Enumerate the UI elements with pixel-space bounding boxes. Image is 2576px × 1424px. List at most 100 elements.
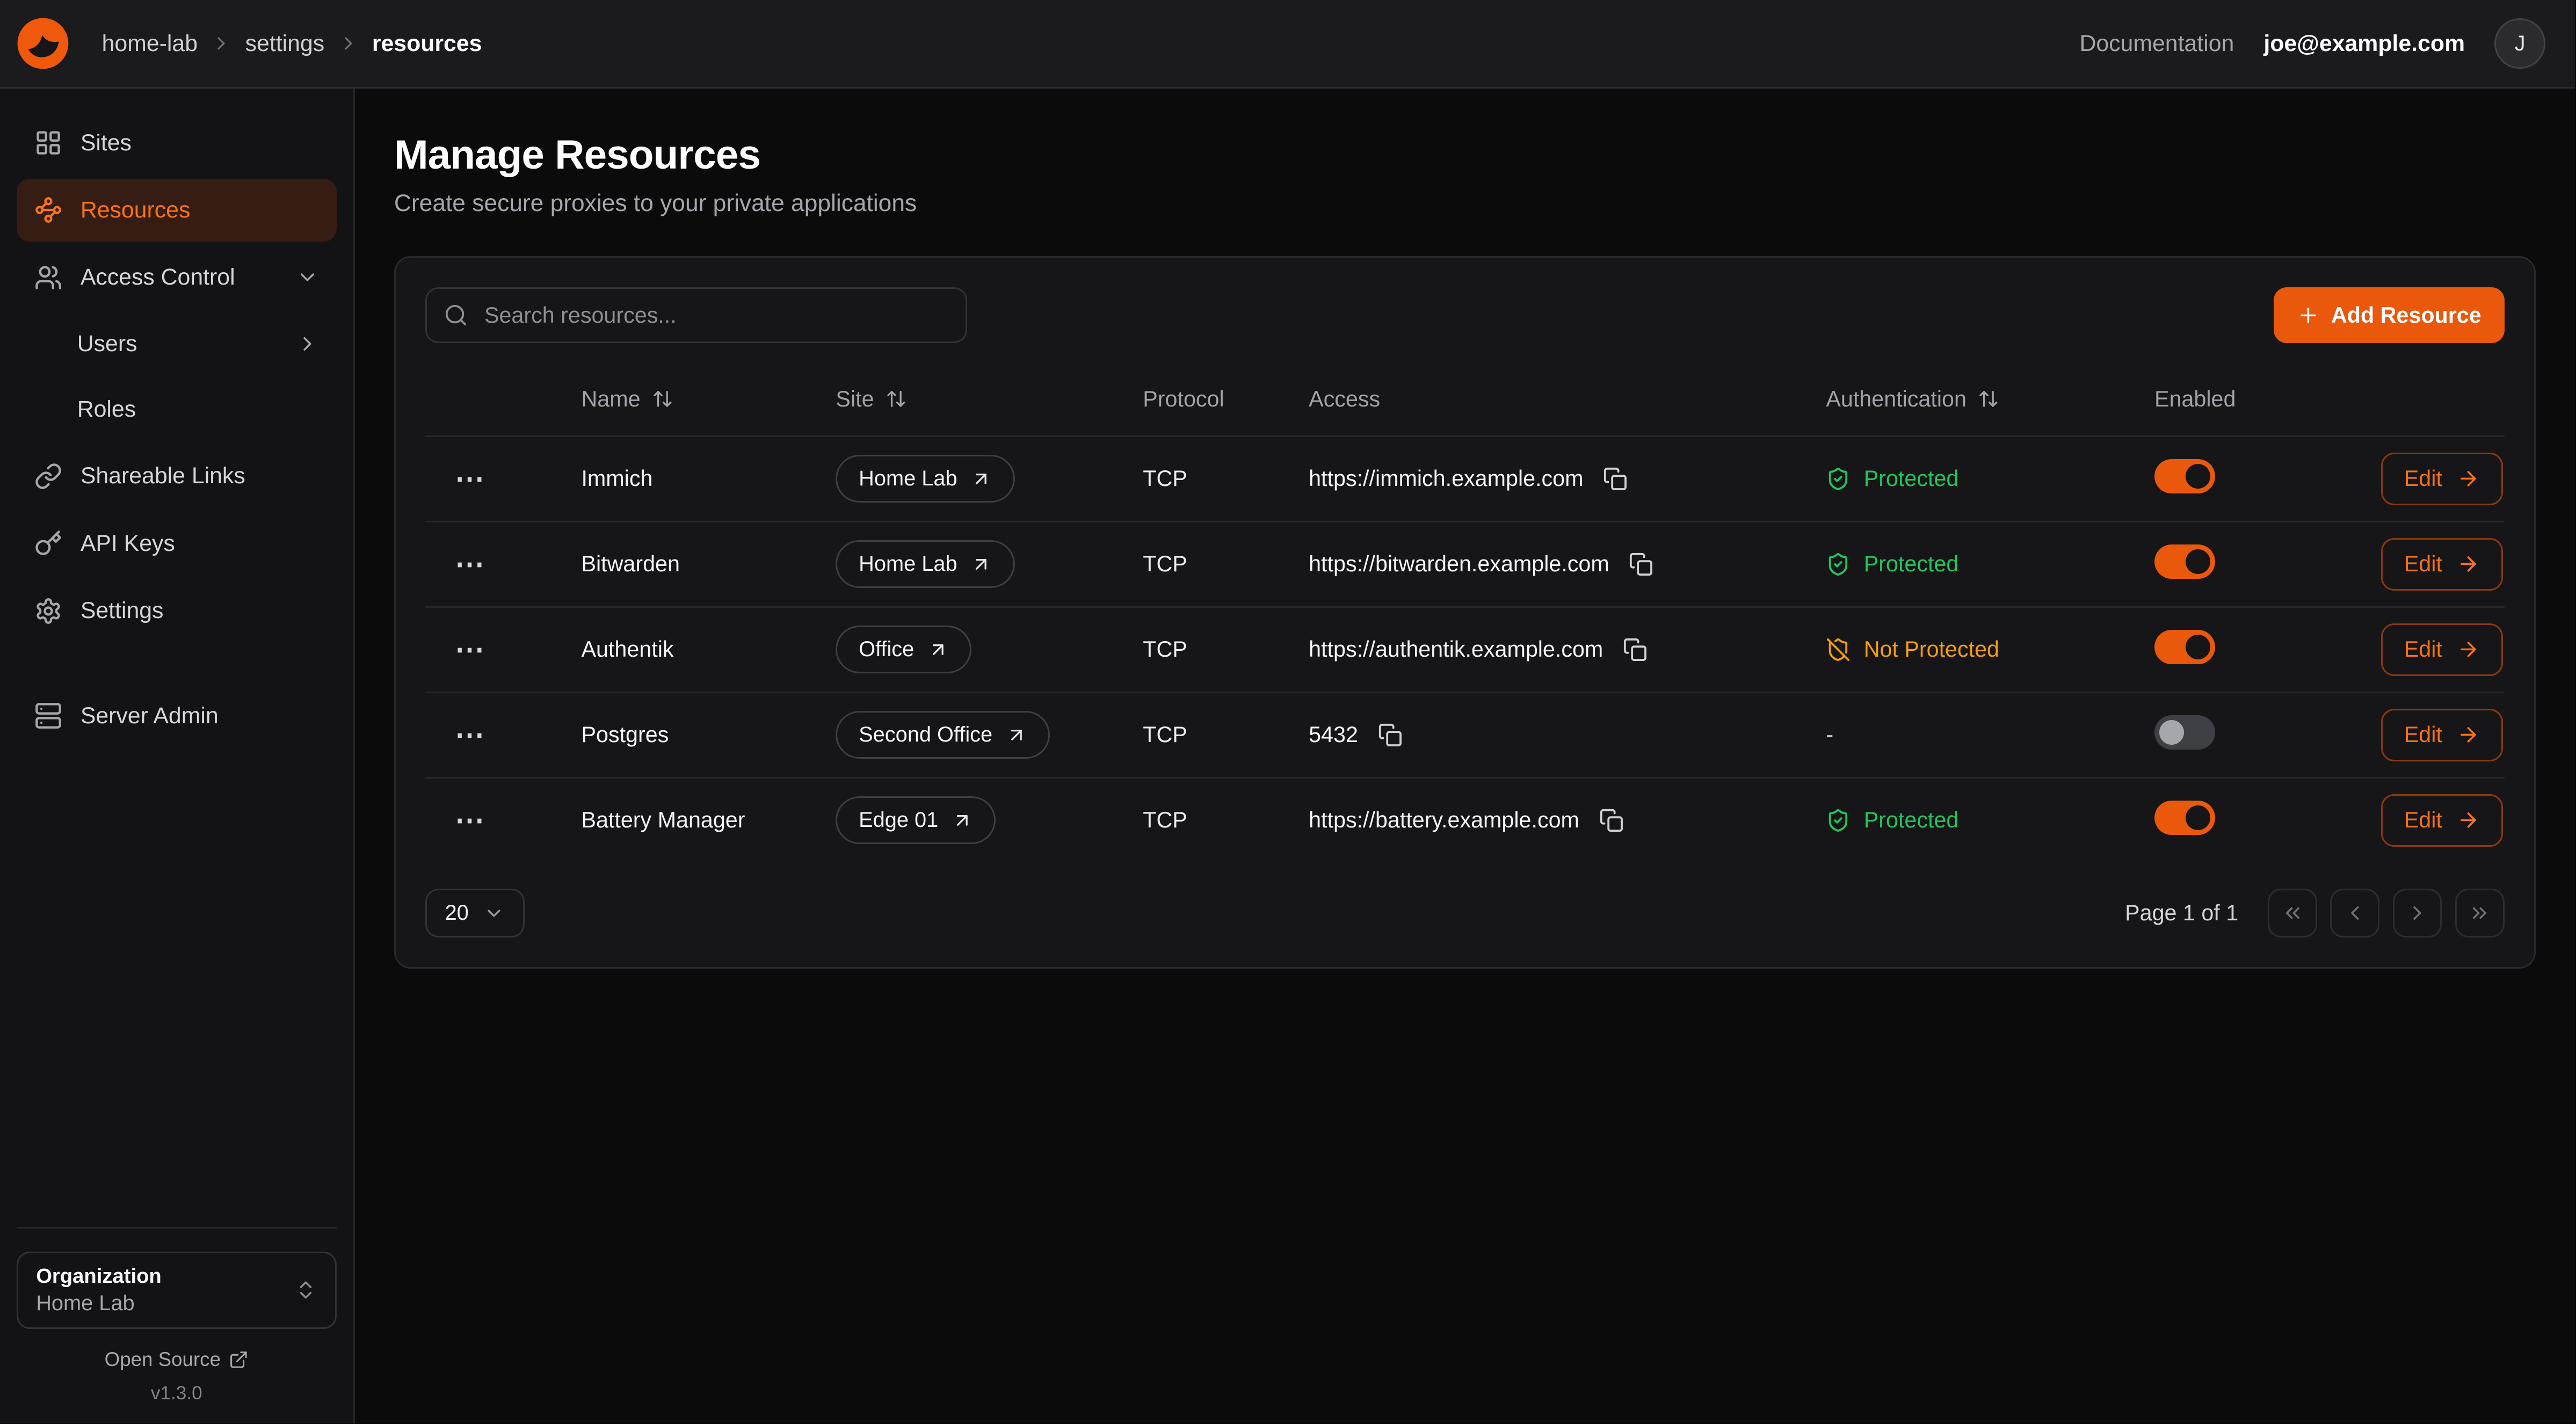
protocol-value: TCP [1143,722,1309,747]
edit-button[interactable]: Edit [2381,709,2503,761]
edit-button[interactable]: Edit [2381,538,2503,591]
open-source-link[interactable]: Open Source [105,1348,249,1371]
site-link-button[interactable]: Home Lab [836,455,1014,503]
table-row: ⋯ Postgres Second Office TCP 5432 - Edit [425,692,2505,777]
site-link-button[interactable]: Second Office [836,711,1050,759]
sidebar-item-access-control[interactable]: Access Control [17,246,337,309]
enabled-toggle[interactable] [2154,459,2215,493]
edit-button[interactable]: Edit [2381,794,2503,847]
chevrons-up-down-icon [294,1278,317,1302]
sidebar-footer: Organization Home Lab Open Source v1.3.0 [17,1227,337,1404]
chevron-right-icon [2406,902,2429,925]
access-value: https://immich.example.com [1309,466,1583,491]
auth-status: Protected [1826,551,2154,577]
sidebar-item-server-admin[interactable]: Server Admin [17,685,337,747]
sidebar-item-roles[interactable]: Roles [17,379,337,440]
site-link-button[interactable]: Home Lab [836,540,1014,588]
copy-button[interactable] [1620,634,1651,665]
sidebar-item-shareable-links[interactable]: Shareable Links [17,445,337,507]
sidebar-item-api-keys[interactable]: API Keys [17,512,337,575]
auth-label: Protected [1864,551,1959,577]
chevron-right-icon [338,33,359,54]
row-menu-button[interactable]: ⋯ [445,543,495,586]
enabled-toggle[interactable] [2154,715,2215,750]
sidebar-item-label: API Keys [81,531,175,557]
column-header-authentication[interactable]: Authentication [1826,387,2154,412]
resource-name: Bitwarden [581,551,836,577]
shield-off-icon [1826,637,1851,662]
link-icon [34,462,62,490]
chevron-left-icon [2343,902,2367,925]
edit-button[interactable]: Edit [2381,623,2503,676]
column-header-access: Access [1309,387,1826,412]
site-name: Home Lab [859,468,957,490]
logo[interactable] [17,17,69,70]
breadcrumb-settings[interactable]: settings [245,31,325,57]
toggle-knob [2186,635,2210,659]
gear-icon [34,597,62,625]
pagination-prev-button[interactable] [2330,889,2379,938]
documentation-link[interactable]: Documentation [2079,31,2234,57]
sidebar-item-resources[interactable]: Resources [17,179,337,241]
page-indicator: Page 1 of 1 [2125,900,2238,926]
pagination-last-button[interactable] [2455,889,2505,938]
edit-button[interactable]: Edit [2381,453,2503,505]
row-menu-button[interactable]: ⋯ [445,457,495,500]
copy-icon [1599,808,1624,833]
protocol-value: TCP [1143,637,1309,662]
breadcrumb-org[interactable]: home-lab [102,31,198,57]
row-menu-button[interactable]: ⋯ [445,799,495,842]
pagination: 20 Page 1 of 1 [425,889,2505,938]
shield-check-icon [1826,808,1851,833]
chevrons-left-icon [2281,902,2304,925]
enabled-toggle[interactable] [2154,630,2215,664]
organization-selector[interactable]: Organization Home Lab [17,1252,337,1329]
search-icon [444,303,468,328]
chevron-down-icon [483,903,505,924]
site-link-button[interactable]: Edge 01 [836,796,996,844]
sort-icon [652,388,673,410]
search-input[interactable] [481,301,949,330]
pagination-next-button[interactable] [2393,889,2442,938]
page-title: Manage Resources [394,132,2536,179]
row-menu-button[interactable]: ⋯ [445,628,495,671]
arrow-right-icon [2457,553,2480,576]
avatar[interactable]: J [2494,18,2545,69]
copy-icon [1623,637,1648,662]
table-row: ⋯ Battery Manager Edge 01 TCP https://ba… [425,777,2505,862]
page-subtitle: Create secure proxies to your private ap… [394,190,2536,217]
site-link-button[interactable]: Office [836,626,971,673]
column-header-name[interactable]: Name [581,387,836,412]
ellipsis-icon: ⋯ [455,464,486,493]
copy-button[interactable] [1375,720,1406,751]
add-resource-button[interactable]: Add Resource [2274,287,2505,343]
arrow-right-icon [2457,638,2480,661]
copy-button[interactable] [1596,805,1627,836]
edit-label: Edit [2404,808,2442,833]
enabled-toggle[interactable] [2154,801,2215,835]
resource-name: Battery Manager [581,808,836,833]
arrow-up-right-icon [970,468,992,490]
waypoints-icon [34,196,62,224]
top-bar: home-lab settings resources Documentatio… [0,0,2575,89]
site-name: Edge 01 [859,810,938,831]
enabled-toggle[interactable] [2154,544,2215,579]
ellipsis-icon: ⋯ [455,805,486,835]
copy-button[interactable] [1600,463,1631,495]
auth-label: Protected [1864,808,1959,833]
copy-button[interactable] [1626,549,1657,580]
protocol-value: TCP [1143,808,1309,833]
sidebar-item-users[interactable]: Users [17,314,337,374]
column-header-site[interactable]: Site [836,387,1143,412]
page-size-select[interactable]: 20 [425,889,525,938]
sidebar-item-sites[interactable]: Sites [17,112,337,174]
pagination-first-button[interactable] [2268,889,2317,938]
version-label: v1.3.0 [151,1383,202,1404]
user-email[interactable]: joe@example.com [2263,31,2465,57]
sidebar: Sites Resources Access Control Users Rol… [0,89,355,1423]
sidebar-item-label: Resources [81,197,191,223]
row-menu-button[interactable]: ⋯ [445,714,495,757]
chevrons-right-icon [2468,902,2491,925]
sidebar-item-settings[interactable]: Settings [17,579,337,642]
breadcrumb-resources[interactable]: resources [372,31,482,57]
